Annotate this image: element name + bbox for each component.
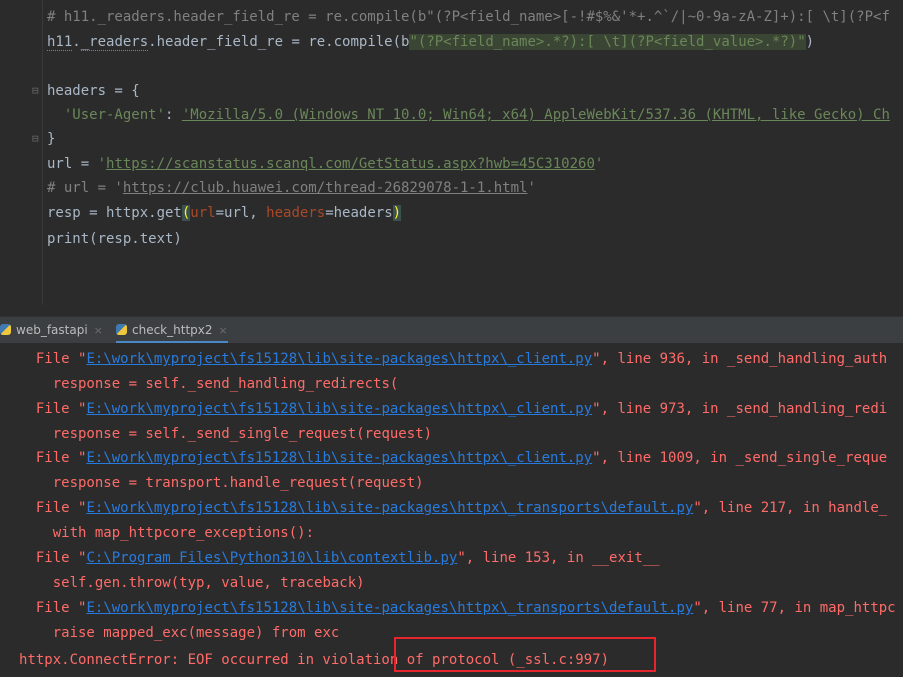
traceback-file-line: File "E:\work\myproject\fs15128\lib\site… <box>35 450 888 466</box>
highlight-box <box>394 637 656 672</box>
traceback-code-line: response = self._send_single_request(req… <box>52 426 433 442</box>
traceback-file-line: File "C:\Program Files\Python310\lib\con… <box>35 550 660 566</box>
traceback-code-line: response = transport.handle_request(requ… <box>52 475 424 491</box>
file-link[interactable]: C:\Program Files\Python310\lib\contextli… <box>86 550 457 566</box>
traceback-file-line: File "E:\work\myproject\fs15128\lib\site… <box>35 401 888 417</box>
python-icon <box>116 324 127 335</box>
code-line-1[interactable]: # h11._readers.header_field_re = re.comp… <box>47 6 890 28</box>
code-line-5[interactable]: 'User-Agent': 'Mozilla/5.0 (Windows NT 1… <box>47 104 890 126</box>
regex-bytes-literal: "(?P<field_name>.*?):[ \t](?P<field_valu… <box>409 34 806 50</box>
code-editor[interactable]: # h11._readers.header_field_re = re.comp… <box>0 0 903 305</box>
traceback-code-line: raise mapped_exc(message) from exc <box>52 625 340 641</box>
traceback-file-line: File "E:\work\myproject\fs15128\lib\site… <box>35 600 896 616</box>
traceback-file-line: File "E:\work\myproject\fs15128\lib\site… <box>35 351 888 367</box>
traceback-code-line: response = self._send_handling_redirects… <box>52 376 399 392</box>
user-agent-string: 'Mozilla/5.0 (Windows NT 10.0; Win64; x6… <box>181 107 890 123</box>
file-link[interactable]: E:\work\myproject\fs15128\lib\site-packa… <box>86 351 592 367</box>
code-line-8[interactable]: # url = 'https://club.huawei.com/thread-… <box>47 177 536 199</box>
editor-gutter <box>42 0 43 305</box>
url-literal[interactable]: https://scanstatus.scanql.com/GetStatus.… <box>106 156 595 172</box>
file-link[interactable]: E:\work\myproject\fs15128\lib\site-packa… <box>86 401 592 417</box>
traceback-code-line: with map_httpcore_exceptions(): <box>52 525 315 541</box>
code-line-6[interactable]: } <box>47 128 55 150</box>
bracket-match: ) <box>392 205 402 221</box>
file-link[interactable]: E:\work\myproject\fs15128\lib\site-packa… <box>86 600 693 616</box>
run-tabbar: web_fastapi × check_httpx2 × <box>0 316 903 343</box>
code-line-10[interactable]: print(resp.text) <box>47 228 182 250</box>
close-icon[interactable]: × <box>94 324 103 337</box>
file-link[interactable]: E:\work\myproject\fs15128\lib\site-packa… <box>86 450 592 466</box>
tab-check-httpx2[interactable]: check_httpx2 × <box>116 317 228 343</box>
python-icon <box>0 324 11 335</box>
module-ref: h11 <box>47 34 73 51</box>
close-icon[interactable]: × <box>219 324 228 337</box>
code-line-2[interactable]: h11._readers.header_field_re = re.compil… <box>47 31 814 53</box>
traceback-file-line: File "E:\work\myproject\fs15128\lib\site… <box>35 500 888 516</box>
code-line-4[interactable]: headers = { <box>47 80 140 102</box>
run-console[interactable]: File "E:\work\myproject\fs15128\lib\site… <box>0 343 903 677</box>
fold-marker-icon[interactable]: ⊟ <box>32 80 42 102</box>
traceback-code-line: self.gen.throw(typ, value, traceback) <box>52 575 365 591</box>
code-line-7[interactable]: url = 'https://scanstatus.scanql.com/Get… <box>47 153 603 175</box>
code-line-9[interactable]: resp = httpx.get(url=url, headers=header… <box>47 202 402 224</box>
fold-end-icon[interactable]: ⊟ <box>32 128 42 150</box>
tab-web-fastapi[interactable]: web_fastapi × <box>0 317 103 343</box>
file-link[interactable]: E:\work\myproject\fs15128\lib\site-packa… <box>86 500 693 516</box>
